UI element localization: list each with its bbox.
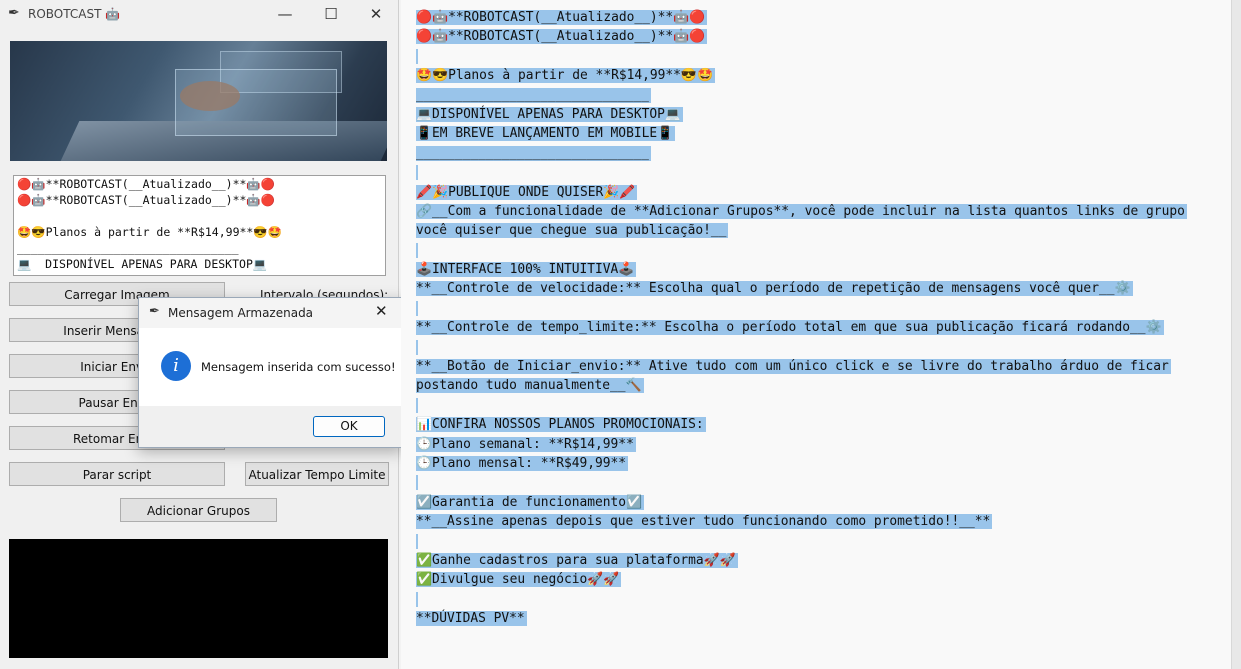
dialog-titlebar[interactable]: ✒ Mensagem Armazenada ✕ [139, 298, 403, 328]
editor-line-text: ______________________________ [416, 145, 651, 161]
editor-line[interactable]: 🔴🤖**ROBOTCAST(__Atualizado__)**🤖🔴 [416, 27, 1228, 46]
ok-button[interactable]: OK [313, 416, 385, 437]
add-groups-button[interactable]: Adicionar Grupos [120, 498, 277, 522]
stop-script-button[interactable]: Parar script [9, 462, 225, 486]
window-title: ROBOTCAST 🤖 [28, 7, 121, 21]
editor-line-text [416, 397, 418, 413]
editor-line[interactable]: você quiser que chegue sua publicação!__ [416, 221, 1228, 240]
editor-line-text: ✅Divulgue seu negócio🚀🚀 [416, 572, 622, 588]
editor-line-text: **DÚVIDAS PV** [416, 611, 527, 627]
editor-line-text: 🔗__Com a funcionalidade de **Adicionar G… [416, 203, 1187, 219]
editor-line-text [416, 48, 418, 64]
editor-line[interactable]: 🔗__Com a funcionalidade de **Adicionar G… [416, 202, 1228, 221]
editor-line[interactable]: postando tudo manualmente__🔨 [416, 376, 1228, 395]
editor-line-text: ______________________________ [416, 87, 651, 103]
editor-line-text: 🕒Plano semanal: **R$14,99** [416, 436, 636, 452]
editor-line-text [416, 165, 418, 181]
banner-image [10, 41, 387, 161]
editor-line-text: 🤩😎Planos à partir de **R$14,99**😎🤩 [416, 68, 716, 84]
editor-line[interactable] [416, 241, 1228, 260]
editor-line-text: 📊CONFIRA NOSSOS PLANOS PROMOCIONAIS: [416, 417, 706, 433]
preview-line: ________________________________ [17, 241, 239, 255]
editor-line-text: 🖍️🎉PUBLIQUE ONDE QUISER🎉🖍️ [416, 184, 638, 200]
editor-line[interactable]: **__Controle de velocidade:** Escolha qu… [416, 279, 1228, 298]
editor-line-text: ☑️Garantia de funcionamento☑️ [416, 494, 645, 510]
editor-line[interactable] [416, 396, 1228, 415]
editor-line[interactable]: ______________________________ [416, 86, 1228, 105]
editor-line-text [416, 242, 418, 258]
editor-line[interactable]: 🕒Plano mensal: **R$49,99** [416, 454, 1228, 473]
log-console [9, 539, 388, 658]
window-titlebar[interactable]: ✒ ROBOTCAST 🤖 — ☐ ✕ [0, 0, 398, 30]
editor-line-text [416, 533, 418, 549]
editor-line-text: 🔴🤖**ROBOTCAST(__Atualizado__)**🤖🔴 [416, 10, 708, 25]
dialog-message: Mensagem inserida com sucesso! [201, 360, 396, 374]
update-time-limit-button[interactable]: Atualizar Tempo Limite [245, 462, 389, 486]
window-edge [1231, 0, 1241, 669]
editor-line[interactable]: ✅Divulgue seu negócio🚀🚀 [416, 570, 1228, 589]
preview-line: 💻 DISPONÍVEL APENAS PARA DESKTOP💻 [17, 257, 268, 271]
editor-line-text: **__Botão de Iniciar_envio:** Ative tudo… [416, 359, 1171, 375]
editor-line[interactable]: 🔴🤖**ROBOTCAST(__Atualizado__)**🤖🔴 [416, 8, 1228, 27]
editor-line-text: 🕹️INTERFACE 100% INTUITIVA🕹️ [416, 262, 637, 278]
editor-line-text: postando tudo manualmente__🔨 [416, 378, 644, 394]
editor-line-text: **__Controle de tempo_limite:** Escolha … [416, 320, 1164, 336]
message-preview[interactable]: 🔴🤖**ROBOTCAST(__Atualizado__)**🤖🔴 🔴🤖**RO… [13, 175, 386, 276]
editor-line-text [416, 339, 418, 355]
editor-line[interactable]: ☑️Garantia de funcionamento☑️ [416, 493, 1228, 512]
editor-line[interactable]: 🕹️INTERFACE 100% INTUITIVA🕹️ [416, 260, 1228, 279]
message-stored-dialog: ✒ Mensagem Armazenada ✕ i Mensagem inser… [138, 297, 404, 448]
info-icon: i [161, 351, 191, 381]
editor-line[interactable]: ______________________________ [416, 144, 1228, 163]
preview-line [14, 208, 385, 224]
editor-line[interactable] [416, 338, 1228, 357]
editor-lines: 🔴🤖**ROBOTCAST(__Atualizado__)**🤖🔴 🔴🤖**ROB… [416, 8, 1228, 629]
editor-line-text: você quiser que chegue sua publicação!__ [416, 223, 729, 239]
feather-icon: ✒ [8, 5, 20, 21]
editor-line-text: 💻DISPONÍVEL APENAS PARA DESKTOP💻 [416, 106, 683, 122]
editor-line[interactable]: 📱EM BREVE LANÇAMENTO EM MOBILE📱 [416, 124, 1228, 143]
editor-line[interactable]: **__Controle de tempo_limite:** Escolha … [416, 318, 1228, 337]
preview-line: 🔴🤖**ROBOTCAST(__Atualizado__)**🤖🔴 [17, 193, 276, 207]
editor-line[interactable] [416, 47, 1228, 66]
preview-line: 🤩😎Planos à partir de **R$14,99**😎🤩 [17, 225, 282, 239]
editor-line[interactable] [416, 590, 1228, 609]
editor-line-text [416, 300, 418, 316]
banner-hand-shape [180, 81, 240, 111]
editor-line[interactable]: 🤩😎Planos à partir de **R$14,99**😎🤩 [416, 66, 1228, 85]
editor-line[interactable]: 🕒Plano semanal: **R$14,99** [416, 435, 1228, 454]
editor-line-text: 🔴🤖**ROBOTCAST(__Atualizado__)**🤖🔴 [416, 29, 708, 45]
close-button[interactable]: ✕ [353, 0, 399, 30]
editor-line[interactable]: **DÚVIDAS PV** [416, 609, 1228, 628]
dialog-title: Mensagem Armazenada [168, 306, 314, 320]
maximize-button[interactable]: ☐ [308, 0, 354, 30]
feather-icon: ✒ [149, 304, 160, 319]
editor-line-text [416, 591, 418, 607]
editor-line-text [416, 475, 418, 491]
dialog-footer: OK [139, 406, 403, 447]
editor-line[interactable] [416, 473, 1228, 492]
preview-line: 🔴🤖**ROBOTCAST(__Atualizado__)**🤖🔴 [17, 177, 276, 191]
editor-line-text: **__Assine apenas depois que estiver tud… [416, 514, 993, 530]
editor-line[interactable]: ✅Ganhe cadastros para sua plataforma🚀🚀 [416, 551, 1228, 570]
editor-line[interactable]: **__Botão de Iniciar_envio:** Ative tudo… [416, 357, 1228, 376]
editor-line-text: ✅Ganhe cadastros para sua plataforma🚀🚀 [416, 552, 738, 568]
editor-line-text: **__Controle de velocidade:** Escolha qu… [416, 281, 1133, 297]
editor-line[interactable] [416, 532, 1228, 551]
minimize-button[interactable]: — [262, 0, 308, 30]
editor-line[interactable]: 🖍️🎉PUBLIQUE ONDE QUISER🎉🖍️ [416, 183, 1228, 202]
editor-line-text: 🕒Plano mensal: **R$49,99** [416, 455, 629, 471]
editor-line-text: 📱EM BREVE LANÇAMENTO EM MOBILE📱 [416, 126, 676, 142]
editor-line[interactable]: **__Assine apenas depois que estiver tud… [416, 512, 1228, 531]
dialog-close-button[interactable]: ✕ [375, 302, 388, 320]
editor-line[interactable]: 📊CONFIRA NOSSOS PLANOS PROMOCIONAIS: [416, 415, 1228, 434]
text-editor[interactable]: 🔴🤖**ROBOTCAST(__Atualizado__)**🤖🔴 🔴🤖**ROB… [401, 0, 1231, 669]
editor-line[interactable] [416, 163, 1228, 182]
editor-line[interactable]: 💻DISPONÍVEL APENAS PARA DESKTOP💻 [416, 105, 1228, 124]
editor-line[interactable] [416, 299, 1228, 318]
